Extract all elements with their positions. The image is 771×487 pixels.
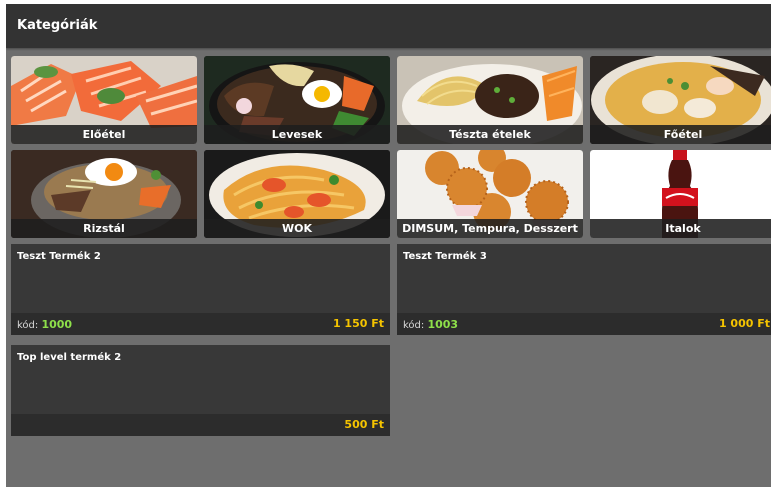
category-label: Főétel: [590, 125, 771, 144]
code-value: 1003: [427, 318, 459, 331]
product-price: 1 150 Ft: [332, 317, 384, 330]
code-label: kód:: [17, 320, 39, 331]
category-tile-wok[interactable]: WOK: [204, 150, 390, 238]
product-code: kód: 1000: [17, 318, 72, 331]
page-title: Kategóriák: [17, 18, 98, 33]
category-label: Előétel: [11, 125, 197, 144]
header-bar: Kategóriák: [6, 4, 771, 48]
category-tile-teszta-etelek[interactable]: Tészta ételek: [397, 56, 583, 144]
category-label: Italok: [590, 219, 771, 238]
product-card-teszt-termek-3[interactable]: Teszt Termék 3 kód: 1003 1 000 Ft: [397, 244, 771, 335]
product-name: Teszt Termék 2: [17, 251, 101, 262]
product-price: 1 000 Ft: [718, 317, 770, 330]
product-name: Top level termék 2: [17, 352, 122, 363]
category-tile-rizstal[interactable]: Rizstál: [11, 150, 197, 238]
product-name: Teszt Termék 3: [403, 251, 487, 262]
category-label: Levesek: [204, 125, 390, 144]
product-footer: kód: 1003 1 000 Ft: [397, 313, 771, 335]
category-tile-eloetel[interactable]: Előétel: [11, 56, 197, 144]
product-footer: kód: 1000 1 150 Ft: [11, 313, 390, 335]
code-label: kód:: [403, 320, 425, 331]
category-label: Rizstál: [11, 219, 197, 238]
product-footer: 500 Ft: [11, 414, 390, 436]
category-tile-foetel[interactable]: Főétel: [590, 56, 771, 144]
category-label: DIMSUM, Tempura, Desszert: [397, 219, 583, 238]
category-label: WOK: [204, 219, 390, 238]
category-label: Tészta ételek: [397, 125, 583, 144]
product-card-teszt-termek-2[interactable]: Teszt Termék 2 kód: 1000 1 150 Ft: [11, 244, 390, 335]
product-price: 500 Ft: [344, 418, 384, 431]
code-value: 1000: [41, 318, 73, 331]
category-tile-levesek[interactable]: Levesek: [204, 56, 390, 144]
category-tile-dimsum[interactable]: DIMSUM, Tempura, Desszert: [397, 150, 583, 238]
product-card-top-level-termek-2[interactable]: Top level termék 2 500 Ft: [11, 345, 390, 436]
app-window: Kategóriák Előétel Levesek Tészta ételek…: [6, 4, 771, 487]
category-tile-italok[interactable]: Italok: [590, 150, 771, 238]
product-code: kód: 1003: [403, 318, 458, 331]
